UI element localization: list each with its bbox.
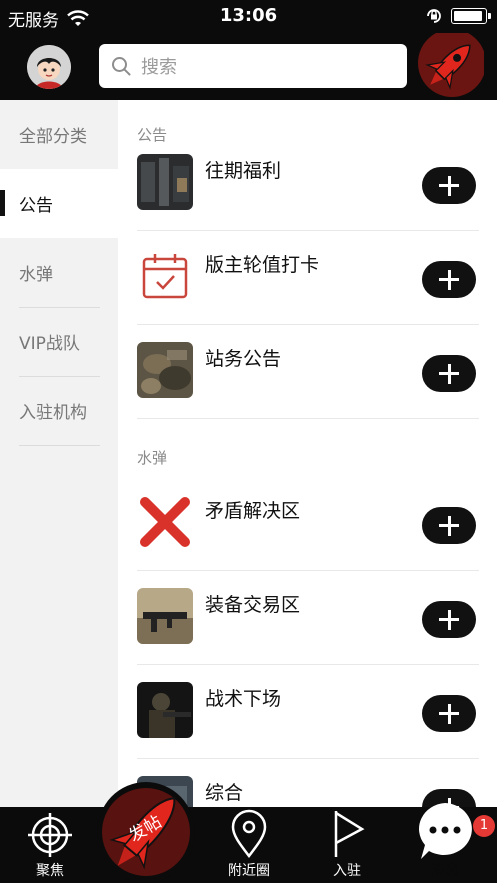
forum-name: 装备交易区 [205,594,301,616]
battery-level [454,11,482,21]
tab-join[interactable]: 入驻 [302,807,392,883]
list-item[interactable]: 版主轮值打卡 [137,231,479,325]
flag-icon [334,811,365,857]
list-item[interactable]: 矛盾解决区 [137,477,479,571]
search-icon [112,57,131,76]
forum-thumbnail [137,588,193,644]
forum-name: 往期福利 [205,160,282,182]
forum-thumbnail [137,154,193,210]
sidebar-item-label: 水弹 [19,265,53,285]
sidebar-item-label: 入驻机构 [19,403,87,423]
sidebar-item-announcement[interactable]: 公告 [0,169,118,238]
follow-button[interactable] [422,507,476,544]
sidebar-item-all[interactable]: 全部分类 [0,100,118,169]
image-icon [137,682,193,738]
section-title: 水弹 [137,449,168,467]
list-item[interactable]: 往期福利 [137,137,479,231]
list-item[interactable]: 装备交易区 [137,571,479,665]
rocket-icon: 发帖 [102,788,190,876]
avatar[interactable] [27,45,71,89]
follow-button[interactable] [422,601,476,638]
tab-focus[interactable]: 聚焦 [5,807,95,883]
image-icon [137,342,193,398]
divider [137,418,479,419]
message-badge: 1 [473,815,495,837]
top-header: 搜索 [0,33,497,100]
rocket-icon[interactable] [414,33,484,100]
forum-name: 站务公告 [205,348,282,370]
crosshair-icon [28,813,72,857]
sidebar-item-water-gun[interactable]: 水弹 [0,238,118,307]
location-pin-icon [231,809,267,859]
status-time: 13:06 [219,5,278,26]
red-x-icon [137,494,193,550]
sidebar-item-institution[interactable]: 入驻机构 [0,376,118,445]
status-bar: 无服务 13:06 [0,0,497,33]
tab-label: 消息 [431,863,459,879]
calendar-check-icon [137,248,193,304]
forum-thumbnail [137,682,193,738]
forum-name: 矛盾解决区 [205,500,301,522]
sidebar-item-vip-team[interactable]: VIP战队 [0,307,118,376]
tab-nearby[interactable]: 附近圈 [204,807,294,883]
sidebar-item-label: 公告 [19,196,53,216]
follow-button[interactable] [422,167,476,204]
image-icon [137,588,193,644]
sidebar-item-label: VIP战队 [19,334,80,354]
bottom-tab-bar: 聚焦 附近圈 入驻 消息 [0,803,497,883]
forum-thumbnail [137,342,193,398]
chat-bubble-icon [419,803,472,859]
avatar-face-icon [27,45,71,89]
category-sidebar: 全部分类 公告 水弹 VIP战队 入驻机构 [0,100,118,807]
list-item[interactable]: 站务公告 [137,325,479,419]
follow-button[interactable] [422,261,476,298]
divider [19,445,100,446]
post-button[interactable]: 发帖 [97,782,195,883]
battery-icon [451,8,491,24]
forum-thumbnail [137,494,193,550]
sidebar-item-label: 全部分类 [19,127,87,147]
search-placeholder: 搜索 [141,57,177,78]
tab-label: 聚焦 [36,863,64,879]
forum-thumbnail [137,248,193,304]
tab-label: 入驻 [333,863,361,879]
search-input[interactable]: 搜索 [99,44,407,88]
forum-name: 综合 [205,782,244,804]
forum-list: 公告 往期福利 版主轮值打卡 站务公告 水弹 矛盾解决区 装备交易区 战术下场 … [118,100,497,807]
forum-name: 版主轮值打卡 [205,254,320,276]
follow-button[interactable] [422,695,476,732]
list-item[interactable]: 战术下场 [137,665,479,759]
forum-name: 战术下场 [205,688,282,710]
tab-label: 附近圈 [228,863,270,879]
follow-button[interactable] [422,355,476,392]
image-icon [137,154,193,210]
orientation-lock-icon [427,9,441,23]
